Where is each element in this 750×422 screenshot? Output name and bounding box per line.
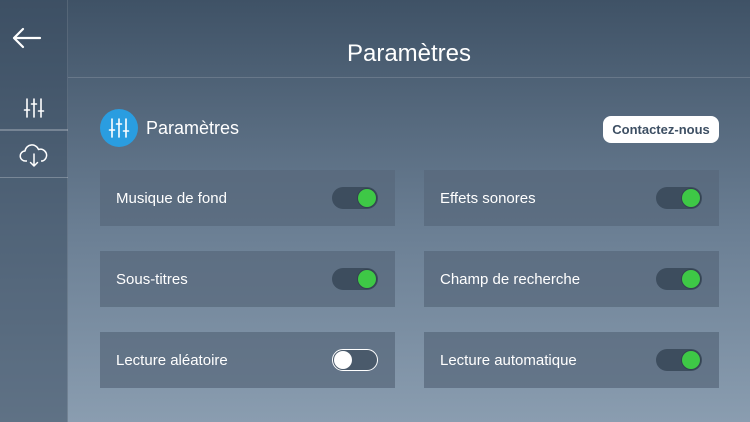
setting-label: Champ de recherche (440, 270, 581, 288)
setting-autoplay: Lecture automatique (424, 332, 719, 388)
cloud-download-icon (19, 143, 48, 167)
sidebar (0, 0, 68, 422)
toggle-knob (334, 350, 352, 369)
autoplay-toggle[interactable] (656, 349, 702, 371)
setting-sound-effects: Effets sonores (424, 170, 719, 226)
background-music-toggle[interactable] (332, 187, 378, 209)
setting-label: Lecture aléatoire (116, 351, 228, 369)
toggle-knob (358, 270, 376, 288)
contact-button[interactable]: Contactez-nous (603, 116, 719, 143)
sidebar-item-download[interactable] (0, 130, 68, 178)
subtitles-toggle[interactable] (332, 268, 378, 290)
section-settings-icon (100, 109, 138, 147)
page-title: Paramètres (346, 40, 472, 67)
toggle-knob (358, 189, 376, 207)
section-title: Paramètres (146, 118, 240, 138)
sliders-icon (108, 118, 130, 138)
toggle-knob (682, 351, 700, 369)
setting-search-field: Champ de recherche (424, 251, 719, 307)
setting-label: Lecture automatique (440, 351, 577, 369)
toggle-knob (682, 189, 700, 207)
setting-label: Sous-titres (116, 270, 188, 288)
setting-subtitles: Sous-titres (100, 251, 395, 307)
header: Paramètres (68, 0, 750, 78)
search-field-toggle[interactable] (656, 268, 702, 290)
arrow-left-icon (12, 27, 42, 49)
sound-effects-toggle[interactable] (656, 187, 702, 209)
sidebar-item-settings[interactable] (0, 86, 68, 130)
setting-background-music: Musique de fond (100, 170, 395, 226)
back-button[interactable] (6, 20, 46, 56)
setting-shuffle: Lecture aléatoire (100, 332, 395, 388)
sliders-icon (23, 97, 45, 118)
setting-label: Effets sonores (440, 189, 536, 207)
shuffle-toggle[interactable] (332, 349, 378, 371)
toggle-knob (682, 270, 700, 288)
setting-label: Musique de fond (116, 189, 227, 207)
